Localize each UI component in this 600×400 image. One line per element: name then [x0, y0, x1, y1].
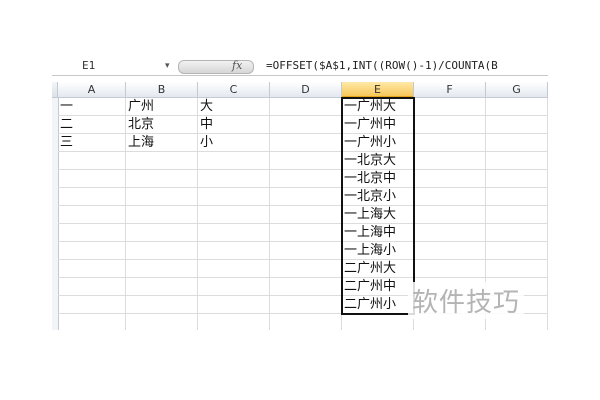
watermark-text: 软件技巧 — [408, 282, 525, 319]
row-gridline — [58, 187, 548, 188]
cell-c1[interactable]: 大 — [198, 98, 270, 116]
name-box-dropdown-icon[interactable]: ▾ — [165, 59, 170, 73]
name-box[interactable]: E1 — [52, 59, 162, 75]
cell-b1[interactable]: 广州 — [126, 98, 198, 116]
cell-a3[interactable]: 三 — [58, 134, 126, 152]
formula-bar: E1 ▾ fx =OFFSET($A$1,INT((ROW()-1)/COUNT… — [52, 59, 548, 76]
column-header-b[interactable]: B — [126, 82, 198, 98]
column-gridline — [547, 98, 548, 330]
column-header-f[interactable]: F — [414, 82, 486, 98]
cell-b3[interactable]: 上海 — [126, 134, 198, 152]
selection-range-e1-e12 — [341, 97, 415, 315]
column-header-e[interactable]: E — [342, 82, 414, 98]
row-gridline — [58, 259, 548, 260]
insert-function-icon[interactable]: fx — [232, 59, 242, 73]
column-header-a[interactable]: A — [58, 82, 126, 98]
row-gridline — [58, 169, 548, 170]
cell-a2[interactable]: 二 — [58, 116, 126, 134]
column-header-c[interactable]: C — [198, 82, 270, 98]
row-gridline — [58, 277, 548, 278]
column-header-g[interactable]: G — [486, 82, 548, 98]
column-header-d[interactable]: D — [270, 82, 342, 98]
cell-c2[interactable]: 中 — [198, 116, 270, 134]
row-gridline — [58, 223, 548, 224]
cell-b2[interactable]: 北京 — [126, 116, 198, 134]
formula-input[interactable]: =OFFSET($A$1,INT((ROW()-1)/COUNTA(B — [266, 59, 498, 73]
row-gridline — [58, 205, 548, 206]
row-gridline — [58, 241, 548, 242]
formula-bar-resize-handle[interactable] — [178, 60, 254, 74]
cell-a1[interactable]: 一 — [58, 98, 126, 116]
cell-c3[interactable]: 小 — [198, 134, 270, 152]
